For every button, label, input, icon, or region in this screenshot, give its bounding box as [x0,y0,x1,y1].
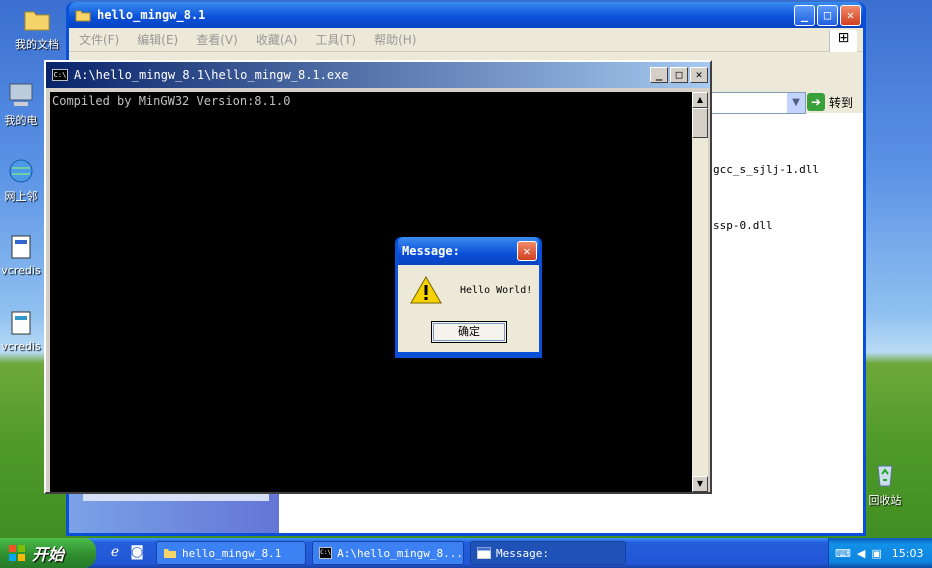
installer-icon [11,235,31,259]
keyboard-icon[interactable]: ⌨ [835,547,851,560]
taskbar-item-label: hello_mingw_8.1 [182,546,282,560]
menu-edit[interactable]: 编辑(E) [137,31,178,48]
minimize-button[interactable]: _ [650,67,668,83]
windows-logo-icon: ⊞ [829,30,857,52]
start-label: 开始 [32,545,65,564]
file-item[interactable]: ssp-0.dll [713,219,773,232]
menu-help[interactable]: 帮助(H) [374,31,416,48]
chevron-left-icon[interactable]: ◀ [857,547,865,560]
dialog-body: Hello World! 确定 [398,265,539,352]
scroll-up-icon[interactable]: ▲ [692,92,708,108]
console-title: A:\hello_mingw_8.1\hello_mingw_8.1.exe [74,68,349,82]
desktop-icon-label: vcredis [1,264,41,277]
address-bar[interactable]: ▼ [706,92,806,114]
folder-icon [164,549,176,558]
network-globe-icon [9,159,33,183]
taskbar-item-label: Message: [496,546,549,560]
warning-icon [410,275,442,304]
goto-label: 转到 [829,95,854,110]
internet-explorer-icon[interactable]: ℯ [106,544,124,562]
console-window[interactable]: C:\ A:\hello_mingw_8.1\hello_mingw_8.1.e… [44,60,712,494]
desktop-icon-label: 我的文档 [15,38,59,51]
goto-button[interactable]: ➜ 转到 [807,93,853,111]
network-icon[interactable]: ▣ [871,547,881,560]
folder-icon [75,10,91,22]
dialog-message: Hello World! [460,285,533,296]
menu-bar: 文件(F) 编辑(E) 查看(V) 收藏(A) 工具(T) 帮助(H) [69,28,863,52]
console-icon: C:\ [52,69,68,81]
maximize-button[interactable]: □ [670,67,688,83]
desktop-icon-vcredist-2[interactable]: vcredis [0,308,46,353]
explorer-title-bar[interactable]: hello_mingw_8.1 _ □ ✕ [69,2,863,28]
close-button[interactable]: ✕ [517,241,537,261]
taskbar: 开始 ℯ ◙ hello_mingw_8.1 C:\ A:\hello_ming… [0,538,932,568]
menu-view[interactable]: 查看(V) [196,31,238,48]
console-icon: C:\ [319,547,333,559]
system-tray: ⌨ ◀ ▣ 15:03 [828,538,932,568]
taskbar-item-label: A:\hello_mingw_8... [337,546,463,560]
console-output-line: Compiled by MinGW32 Version:8.1.0 [52,94,291,108]
folder-icon [24,11,50,31]
desktop-icon-label: vcredis [1,340,41,353]
start-button[interactable]: 开始 [0,538,96,568]
menu-file[interactable]: 文件(F) [79,31,119,48]
scroll-thumb[interactable] [692,108,708,138]
desktop-icon-vcredist-1[interactable]: vcredis [0,232,46,277]
ok-button[interactable]: 确定 [431,321,507,343]
dialog-title: Message: [402,244,460,258]
dialog-title-bar[interactable]: Message: ✕ [398,237,539,265]
windows-flag-icon [9,545,25,561]
close-button[interactable]: ✕ [840,4,861,26]
recycle-bin-icon [877,465,893,487]
taskbar-item-explorer[interactable]: hello_mingw_8.1 [156,541,306,565]
quicklaunch-icon[interactable]: ◙ [128,544,146,562]
window-icon [477,547,491,559]
explorer-title: hello_mingw_8.1 [97,8,206,22]
vertical-scrollbar[interactable]: ▲ ▼ [692,92,708,492]
console-title-bar[interactable]: C:\ A:\hello_mingw_8.1\hello_mingw_8.1.e… [46,62,710,88]
close-button[interactable]: ✕ [690,67,708,83]
taskbar-item-message[interactable]: Message: [470,541,626,565]
arrow-right-icon: ➜ [807,93,825,111]
scroll-down-icon[interactable]: ▼ [692,476,708,492]
computer-icon [9,83,33,106]
console-output: Compiled by MinGW32 Version:8.1.0 [50,92,692,492]
clock[interactable]: 15:03 [892,547,924,560]
installer-icon [11,311,31,335]
file-item[interactable]: gcc_s_sjlj-1.dll [713,163,819,176]
menu-tools[interactable]: 工具(T) [315,31,356,48]
message-dialog[interactable]: Message: ✕ Hello World! 确定 [395,237,542,358]
maximize-button[interactable]: □ [817,4,838,26]
desktop-icon-my-documents[interactable]: 我的文档 [2,4,72,52]
taskbar-item-console[interactable]: C:\ A:\hello_mingw_8... [312,541,464,565]
minimize-button[interactable]: _ [794,4,815,26]
menu-favorites[interactable]: 收藏(A) [256,31,298,48]
chevron-down-icon[interactable]: ▼ [787,93,805,113]
